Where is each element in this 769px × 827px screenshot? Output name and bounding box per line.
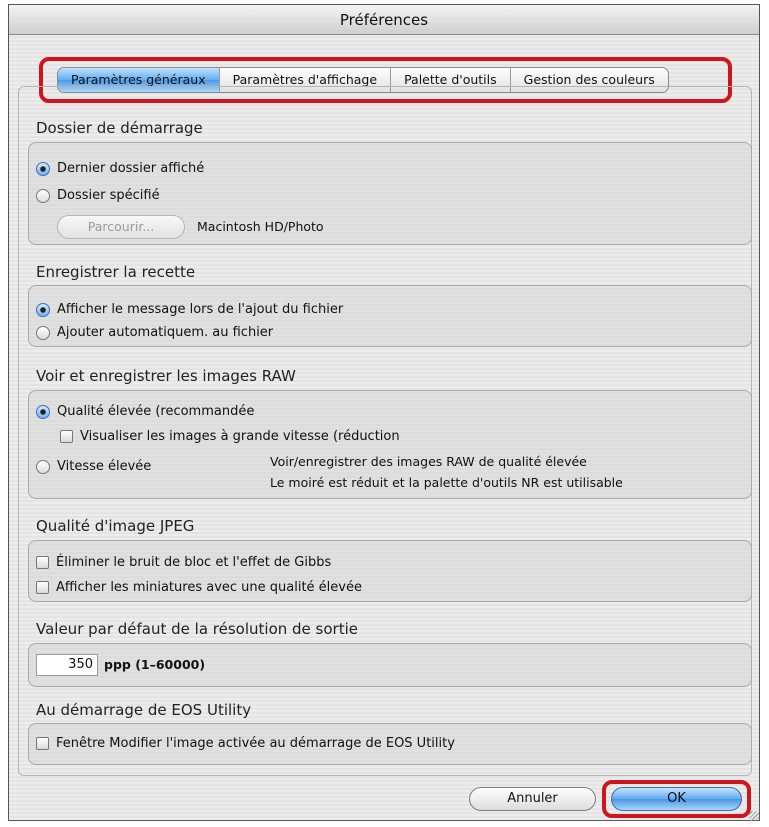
checkbox-edit-window[interactable]: Fenêtre Modifier l'image activée au déma… bbox=[36, 736, 455, 751]
radio-last-folder[interactable]: Dernier dossier affiché bbox=[36, 161, 204, 176]
raw-title: Voir et enregistrer les images RAW bbox=[36, 367, 296, 385]
checkbox[interactable] bbox=[36, 556, 49, 569]
checkbox-edit-window-label: Fenêtre Modifier l'image activée au déma… bbox=[56, 736, 455, 751]
cancel-button[interactable]: Annuler bbox=[469, 787, 596, 811]
folder-path: Macintosh HD/Photo bbox=[197, 219, 324, 234]
radio-auto-add-label: Ajouter automatiquem. au fichier bbox=[57, 325, 274, 340]
radio-button-selected[interactable] bbox=[36, 302, 50, 317]
browse-button[interactable]: Parcourir... bbox=[57, 215, 185, 239]
resize-grip[interactable] bbox=[749, 811, 759, 821]
raw-note-line-2: Le moiré est réduit et la palette d'outi… bbox=[270, 475, 623, 490]
startup-folder-title: Dossier de démarrage bbox=[36, 119, 203, 137]
checkbox[interactable] bbox=[60, 430, 73, 443]
radio-last-folder-label: Dernier dossier affiché bbox=[57, 161, 205, 176]
radio-button-selected[interactable] bbox=[36, 161, 50, 176]
checkbox-thumbnails[interactable]: Afficher les miniatures avec une qualité… bbox=[36, 580, 362, 595]
radio-button-selected[interactable] bbox=[36, 404, 50, 419]
resolution-unit: ppp (1–60000) bbox=[104, 657, 206, 672]
checkbox-fast-view[interactable]: Visualiser les images à grande vitesse (… bbox=[60, 429, 400, 444]
recipe-title: Enregistrer la recette bbox=[36, 263, 196, 281]
resolution-title: Valeur par défaut de la résolution de so… bbox=[36, 620, 358, 638]
radio-high-speed-label: Vitesse élevée bbox=[57, 459, 152, 474]
checkbox-thumbnails-label: Afficher les miniatures avec une qualité… bbox=[56, 580, 362, 595]
window-title: Préférences bbox=[9, 5, 759, 35]
resolution-input[interactable]: 350 bbox=[36, 654, 98, 676]
jpeg-title: Qualité d'image JPEG bbox=[36, 517, 195, 535]
radio-show-message[interactable]: Afficher le message lors de l'ajout du f… bbox=[36, 302, 343, 317]
radio-auto-add[interactable]: Ajouter automatiquem. au fichier bbox=[36, 325, 273, 340]
checkbox-fast-view-label: Visualiser les images à grande vitesse (… bbox=[80, 429, 400, 444]
checkbox-block-noise[interactable]: Éliminer le bruit de bloc et l'effet de … bbox=[36, 555, 331, 570]
checkbox[interactable] bbox=[36, 737, 49, 750]
radio-high-quality-label: Qualité élevée (recommandée bbox=[57, 404, 255, 419]
checkbox-block-noise-label: Éliminer le bruit de bloc et l'effet de … bbox=[56, 555, 332, 570]
radio-button[interactable] bbox=[36, 188, 50, 203]
ok-button[interactable]: OK bbox=[611, 787, 742, 811]
radio-high-speed[interactable]: Vitesse élevée bbox=[36, 459, 151, 474]
radio-high-quality[interactable]: Qualité élevée (recommandée bbox=[36, 404, 254, 419]
radio-button[interactable] bbox=[36, 459, 50, 474]
radio-button[interactable] bbox=[36, 325, 50, 340]
raw-note-line-1: Voir/enregistrer des images RAW de quali… bbox=[270, 454, 587, 469]
radio-show-message-label: Afficher le message lors de l'ajout du f… bbox=[57, 302, 344, 317]
radio-specified-folder-label: Dossier spécifié bbox=[57, 188, 160, 203]
checkbox[interactable] bbox=[36, 581, 49, 594]
eos-utility-title: Au démarrage de EOS Utility bbox=[36, 701, 252, 719]
radio-specified-folder[interactable]: Dossier spécifié bbox=[36, 188, 160, 203]
